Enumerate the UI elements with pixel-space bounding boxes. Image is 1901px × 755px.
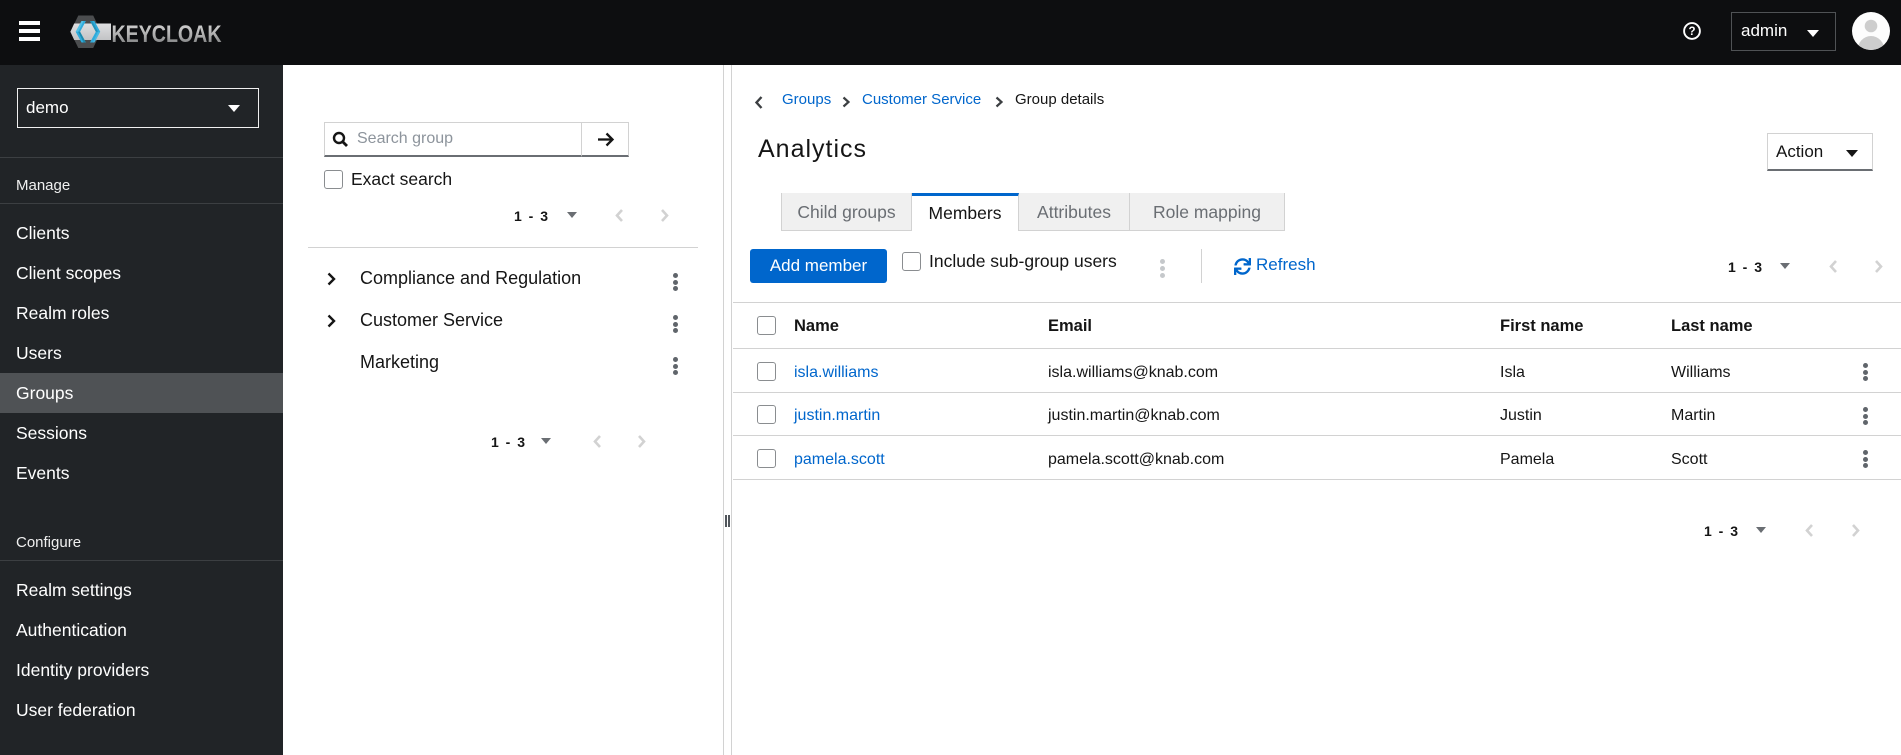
svg-text:?: ? (1688, 26, 1695, 38)
svg-text:KEYCLOAK: KEYCLOAK (112, 21, 222, 48)
